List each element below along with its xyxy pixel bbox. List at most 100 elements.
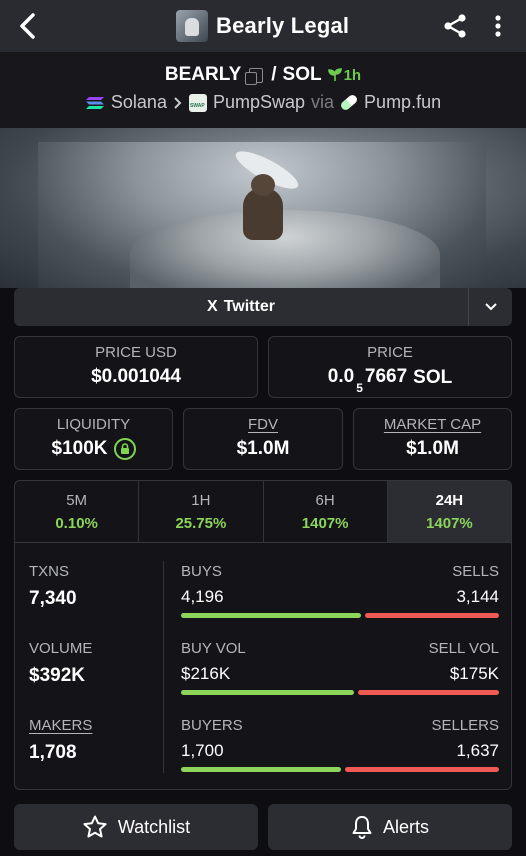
sell-vol-label: SELL VOL — [428, 640, 499, 657]
chain-name[interactable]: Solana — [111, 92, 167, 113]
twitter-link-button[interactable]: X Twitter — [14, 288, 468, 326]
chain-route: Solana PumpSwap via Pump.fun — [0, 92, 526, 113]
token-banner-image — [0, 128, 526, 288]
via-label: via — [311, 92, 335, 112]
makers-metric: MAKERS 1,708 — [29, 717, 159, 789]
fdv-box[interactable]: FDV $1.0M — [183, 408, 343, 470]
price-native-unit: SOL — [413, 366, 453, 388]
pair-slash: / — [271, 64, 277, 85]
tab-label: 24H — [435, 492, 464, 509]
chevron-left-icon — [20, 13, 35, 39]
chevron-down-icon — [484, 303, 497, 311]
price-native-label: PRICE — [367, 344, 413, 361]
price-usd-value: $0.001044 — [91, 366, 181, 387]
buyers-value: 1,700 — [181, 741, 224, 760]
watchlist-label: Watchlist — [117, 816, 191, 837]
sellers-value: 1,637 — [456, 741, 499, 760]
dex-name[interactable]: PumpSwap — [213, 92, 305, 113]
links-dropdown-button[interactable] — [468, 288, 512, 326]
quote-token: SOL — [282, 64, 322, 85]
tab-change: 1407% — [301, 515, 349, 532]
pair-name: BEARLY / SOL 1h — [0, 64, 526, 86]
lock-icon[interactable] — [113, 438, 136, 460]
bell-icon — [352, 816, 372, 839]
sellers-label: SELLERS — [431, 717, 499, 734]
sprout-icon — [327, 68, 342, 81]
share-icon — [444, 14, 466, 38]
buy-vol-value: $216K — [181, 664, 231, 683]
liquidity-box: LIQUIDITY $100K — [14, 408, 173, 470]
txns-value: 7,340 — [29, 588, 77, 609]
buy-sell-volume-row: BUY VOL SELL VOL $216K $175K — [181, 640, 499, 717]
token-title: Bearly Legal — [176, 6, 349, 46]
tab-24h[interactable]: 24H 1407% — [387, 481, 511, 542]
tab-5m[interactable]: 5M 0.10% — [15, 481, 140, 542]
buys-label: BUYS — [181, 563, 222, 580]
market-cap-value: $1.0M — [406, 438, 459, 459]
liquidity-value-row: $100K — [15, 438, 172, 460]
top-app-bar: Bearly Legal — [0, 0, 526, 52]
stats-panel: 5M 0.10% 1H 25.75% 6H 1407% 24H 1407% TX… — [14, 480, 512, 790]
price-native-prefix: 0.0 — [327, 366, 355, 387]
volume-bar — [181, 690, 499, 695]
tab-6h[interactable]: 6H 1407% — [264, 481, 388, 542]
liquidity-label: LIQUIDITY — [56, 416, 131, 433]
alerts-button[interactable]: Alerts — [268, 804, 512, 850]
fdv-value: $1.0M — [236, 438, 290, 459]
metrics-breakdown: BUYS SELLS 4,196 3,144 BUY VOL SELL VOL $21… — [181, 563, 499, 789]
buys-sells-row: BUYS SELLS 4,196 3,144 — [181, 563, 499, 640]
banner-bear — [243, 174, 283, 240]
x-logo-icon: X — [207, 298, 218, 315]
sells-bar-fill — [365, 613, 499, 618]
watchlist-button[interactable]: Watchlist — [14, 804, 258, 850]
more-options-button[interactable] — [488, 6, 508, 46]
market-cap-box[interactable]: MARKET CAP $1.0M — [353, 408, 512, 470]
volume-label: VOLUME — [29, 640, 93, 657]
buyers-sellers-bar — [181, 767, 499, 772]
sells-label: SELLS — [452, 563, 499, 580]
star-icon — [83, 815, 107, 838]
makers-value: 1,708 — [29, 742, 77, 763]
price-native-digits: 7667 — [364, 366, 408, 387]
buy-vol-label: BUY VOL — [181, 640, 246, 657]
sellers-bar-fill — [345, 767, 499, 772]
pumpswap-icon — [188, 93, 207, 112]
price-native-zeros: 5 — [356, 380, 363, 395]
tab-1h[interactable]: 1H 25.75% — [139, 481, 264, 542]
timeframe-tabs: 5M 0.10% 1H 25.75% 6H 1407% 24H 1407% — [15, 481, 511, 543]
twitter-label: Twitter — [223, 298, 275, 315]
share-button[interactable] — [440, 6, 470, 46]
tab-label: 5M — [66, 492, 88, 509]
divider — [163, 561, 164, 773]
price-usd-label: PRICE USD — [95, 344, 177, 361]
tab-label: 1H — [191, 492, 211, 509]
fdv-label[interactable]: FDV — [184, 416, 342, 433]
market-cap-label[interactable]: MARKET CAP — [354, 416, 511, 433]
buyers-label: BUYERS — [181, 717, 243, 734]
pair-age: 1h — [327, 66, 362, 84]
pair-header: BEARLY / SOL 1h Solana PumpSwap via Pump… — [0, 52, 526, 128]
more-vertical-icon — [495, 15, 501, 37]
tab-change: 1407% — [426, 515, 473, 532]
page-title: Bearly Legal — [216, 13, 350, 38]
sell-vol-value: $175K — [449, 664, 499, 683]
sell-vol-bar-fill — [358, 690, 499, 695]
base-token: BEARLY — [164, 64, 242, 85]
price-usd-box: PRICE USD $0.001044 — [14, 336, 258, 398]
launchpad-name[interactable]: Pump.fun — [364, 92, 441, 113]
back-button[interactable] — [14, 6, 42, 46]
pumpfun-pill-icon — [339, 93, 359, 112]
solana-icon — [85, 96, 104, 109]
metrics-totals: TXNS 7,340 VOLUME $392K MAKERS 1,708 — [29, 563, 159, 789]
buys-sells-bar — [181, 613, 499, 618]
pair-age-value: 1h — [343, 66, 362, 84]
txns-metric: TXNS 7,340 — [29, 563, 159, 640]
buyers-sellers-row: BUYERS SELLERS 1,700 1,637 — [181, 717, 499, 789]
copy-icon[interactable] — [245, 67, 264, 85]
buyers-bar-fill — [181, 767, 341, 772]
alerts-label: Alerts — [382, 816, 429, 837]
makers-label[interactable]: MAKERS — [29, 717, 159, 734]
token-avatar — [176, 10, 208, 42]
social-links-bar: X Twitter — [14, 288, 512, 326]
tab-label: 6H — [315, 492, 335, 509]
